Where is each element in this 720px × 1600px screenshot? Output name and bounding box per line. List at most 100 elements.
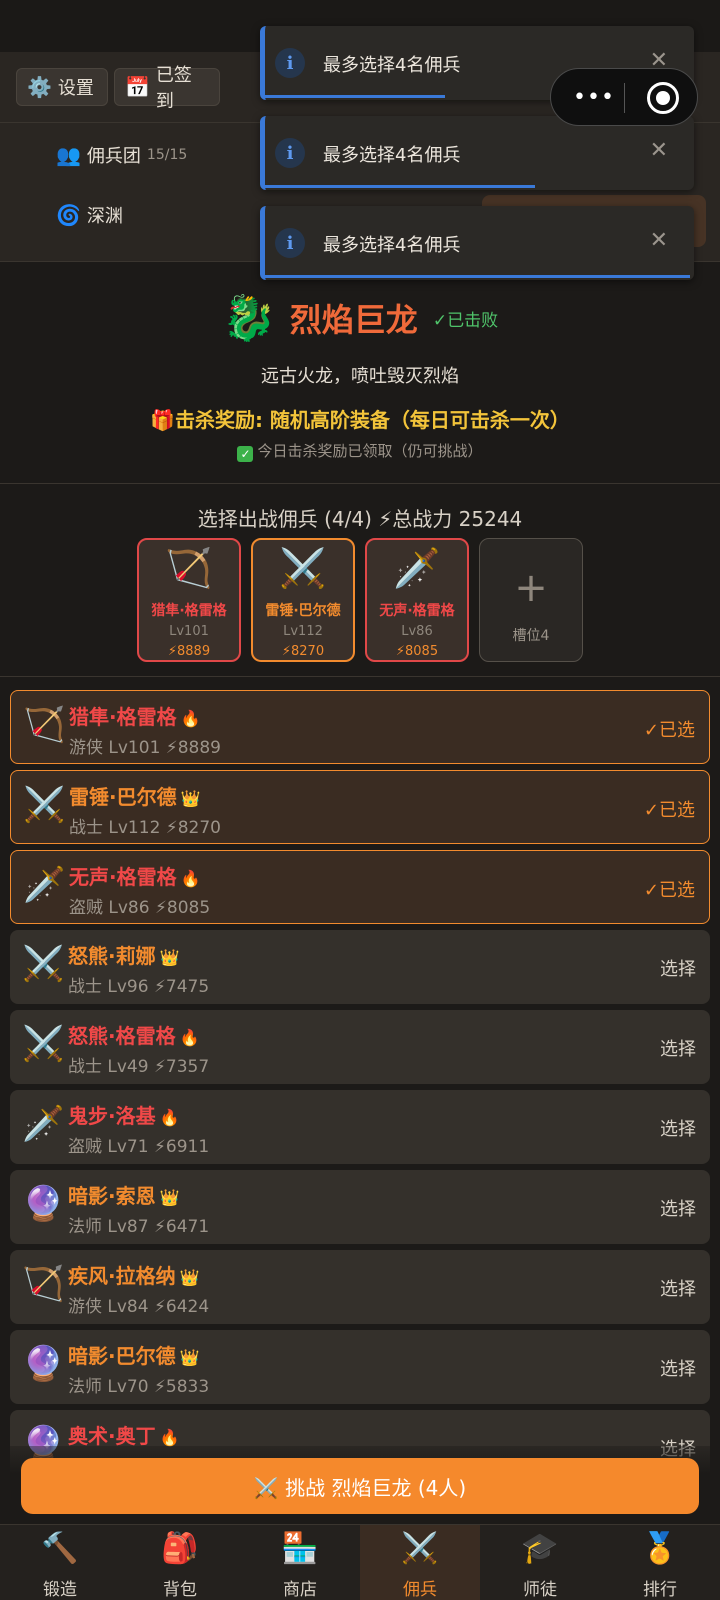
tab-3[interactable]: ⚔️ 佣兵 [360, 1525, 480, 1600]
bow-icon: 🏹 [165, 546, 213, 590]
dagger-icon: 🗡️ [22, 1104, 65, 1144]
dragon-icon: 🐉 [221, 293, 277, 344]
tab-label: 商店 [283, 1580, 317, 1600]
team-slot[interactable]: 🏹 猎隼·格雷格 Lv101 ⚡8889 [137, 538, 241, 662]
select-button[interactable]: 选择 [660, 1275, 696, 1301]
select-button[interactable]: 选择 [660, 1035, 696, 1061]
mercenary-stats: 游侠 Lv101 ⚡8889 [69, 733, 221, 758]
selected-indicator[interactable]: ✓已选 [644, 716, 695, 742]
bow-icon: 🏹 [22, 1264, 65, 1304]
boss-panel: 🐉 烈焰巨龙 ✓已击败 远古火龙，喷吐毁灭烈焰 🎁击杀奖励: 随机高阶装备（每日… [0, 262, 720, 484]
signed-in-button[interactable]: 📅 已签到 [114, 65, 220, 112]
nav-mercenaries[interactable]: 👥 佣兵团 15/15 [56, 142, 187, 168]
mercenary-row[interactable]: ⚔️ 怒熊·格雷格 🔥 战士 Lv49 ⚡7357 选择 [10, 1010, 710, 1084]
class-level: 战士 Lv96 [68, 977, 149, 997]
mercenary-row[interactable]: 🏹 猎隼·格雷格 🔥 游侠 Lv101 ⚡8889 ✓已选 [10, 690, 710, 764]
dagger-icon: 🗡️ [23, 865, 66, 905]
close-icon[interactable]: ✕ [650, 228, 668, 253]
challenge-button[interactable]: ⚔️ 挑战 烈焰巨龙 (4人) [21, 1458, 699, 1514]
team-slot[interactable]: 🗡️ 无声·格雷格 Lv86 ⚡8085 [365, 538, 469, 662]
crystal-ball-icon: 🔮 [22, 1344, 65, 1384]
mercenary-stats: 盗贼 Lv71 ⚡6911 [68, 1132, 209, 1157]
settings-button[interactable]: ⚙️ 设置 [16, 68, 108, 106]
mercenary-row[interactable]: 🗡️ 鬼步·洛基 🔥 盗贼 Lv71 ⚡6911 选择 [10, 1090, 710, 1164]
close-icon[interactable]: ✕ [650, 138, 668, 163]
mercenary-name-text: 鬼步·洛基 [68, 1104, 156, 1128]
info-icon: i [275, 48, 305, 78]
mercenary-row[interactable]: 🗡️ 无声·格雷格 🔥 盗贼 Lv86 ⚡8085 ✓已选 [10, 850, 710, 924]
toast-progress [265, 95, 446, 98]
close-miniprogram-icon[interactable] [647, 82, 679, 114]
team-slot[interactable]: ⚔️ 雷锤·巴尔德 Lv112 ⚡8270 [251, 538, 355, 662]
select-button[interactable]: 选择 [660, 955, 696, 981]
vortex-icon: 🌀 [56, 203, 81, 227]
crown-icon: 👑 [179, 1348, 200, 1367]
tab-2[interactable]: 🏪 商店 [240, 1525, 360, 1600]
crown-icon: 👑 [179, 1268, 200, 1287]
mercenary-row[interactable]: ⚔️ 雷锤·巴尔德 👑 战士 Lv112 ⚡8270 ✓已选 [10, 770, 710, 844]
toast-notification: i 最多选择4名佣兵 ✕ [260, 116, 694, 190]
mercenary-name-text: 疾风·拉格纳 [68, 1264, 176, 1288]
mercenary-name: 疾风·拉格纳 👑 [68, 1260, 200, 1289]
mercenary-stats: 战士 Lv96 ⚡7475 [68, 972, 209, 997]
more-icon[interactable]: ••• [573, 85, 615, 110]
check-icon: ✓ [237, 446, 254, 462]
crossed-swords-icon: ⚔️ [22, 1024, 65, 1064]
tab-5[interactable]: 🏅 排行 [600, 1525, 720, 1600]
mercenary-stats: 战士 Lv49 ⚡7357 [68, 1052, 209, 1077]
defeated-badge: ✓已击败 [432, 310, 499, 331]
tab-label: 锻造 [43, 1580, 77, 1600]
power-value: ⚡6424 [153, 1297, 210, 1317]
class-level: 盗贼 Lv86 [69, 898, 150, 918]
select-button[interactable]: 选择 [660, 1195, 696, 1221]
crystal-ball-icon: 🔮 [22, 1184, 65, 1224]
list-divider [0, 676, 720, 677]
class-level: 盗贼 Lv71 [68, 1137, 149, 1157]
toast-progress [265, 185, 536, 188]
capsule-divider [624, 83, 625, 113]
power-value: ⚡6471 [153, 1217, 210, 1237]
fire-icon: 🔥 [180, 709, 201, 728]
info-icon: i [275, 138, 305, 168]
nav-abyss[interactable]: 🌀 深渊 [56, 202, 123, 228]
empty-team-slot[interactable]: + 槽位4 [479, 538, 583, 662]
fire-icon: 🔥 [159, 1108, 180, 1127]
tab-label: 佣兵 [403, 1580, 437, 1600]
selected-indicator[interactable]: ✓已选 [644, 876, 695, 902]
mercenary-row[interactable]: 🏹 疾风·拉格纳 👑 游侠 Lv84 ⚡6424 选择 [10, 1250, 710, 1324]
mercenary-row[interactable]: 🔮 暗影·巴尔德 👑 法师 Lv70 ⚡5833 选择 [10, 1330, 710, 1404]
mercenary-stats: 法师 Lv70 ⚡5833 [68, 1372, 209, 1397]
fire-icon: 🔥 [180, 869, 201, 888]
toast-text: 最多选择4名佣兵 [323, 55, 461, 76]
mercenary-stats: 法师 Lv87 ⚡6471 [68, 1212, 209, 1237]
tab-bar: 🔨 锻造 🎒 背包 🏪 商店 ⚔️ 佣兵 🎓 师徒 🏅 排行 [0, 1524, 720, 1600]
mercenary-stats: 游侠 Lv84 ⚡6424 [68, 1292, 209, 1317]
mercenary-name: 怒熊·莉娜 👑 [68, 940, 180, 969]
mercenary-name: 猎隼·格雷格 🔥 [69, 701, 201, 730]
mercenary-row[interactable]: 🔮 暗影·索恩 👑 法师 Lv87 ⚡6471 选择 [10, 1170, 710, 1244]
selection-title: 选择出战佣兵 (4/4) ⚡总战力 25244 [197, 507, 523, 531]
boss-name: 烈焰巨龙 [289, 301, 418, 339]
select-button[interactable]: 选择 [660, 1355, 696, 1381]
selected-indicator[interactable]: ✓已选 [644, 796, 695, 822]
mercenary-name: 奥术·奥丁 🔥 [68, 1420, 180, 1449]
select-button[interactable]: 选择 [660, 1115, 696, 1141]
info-icon: i [275, 228, 305, 258]
tab-0[interactable]: 🔨 锻造 [0, 1525, 120, 1600]
crossed-swords-icon: ⚔️ [279, 546, 327, 590]
power-value: ⚡5833 [153, 1377, 210, 1397]
nav-mercenaries-count: 15/15 [146, 147, 188, 163]
backpack-icon: 🎒 [161, 1531, 199, 1566]
power-value: ⚡8270 [165, 818, 221, 838]
mercenary-row[interactable]: ⚔️ 怒熊·莉娜 👑 战士 Lv96 ⚡7475 选择 [10, 930, 710, 1004]
mercenary-name-text: 奥术·奥丁 [68, 1424, 156, 1448]
gear-icon: ⚙️ [27, 75, 52, 99]
miniprogram-capsule: ••• [550, 68, 698, 126]
mercenary-name-text: 暗影·索恩 [68, 1184, 156, 1208]
toast-text: 最多选择4名佣兵 [323, 235, 461, 256]
tab-1[interactable]: 🎒 背包 [120, 1525, 240, 1600]
tab-4[interactable]: 🎓 师徒 [480, 1525, 600, 1600]
power-value: ⚡8889 [165, 738, 221, 758]
class-level: 游侠 Lv84 [68, 1297, 149, 1317]
crossed-swords-icon: ⚔️ [23, 785, 66, 825]
